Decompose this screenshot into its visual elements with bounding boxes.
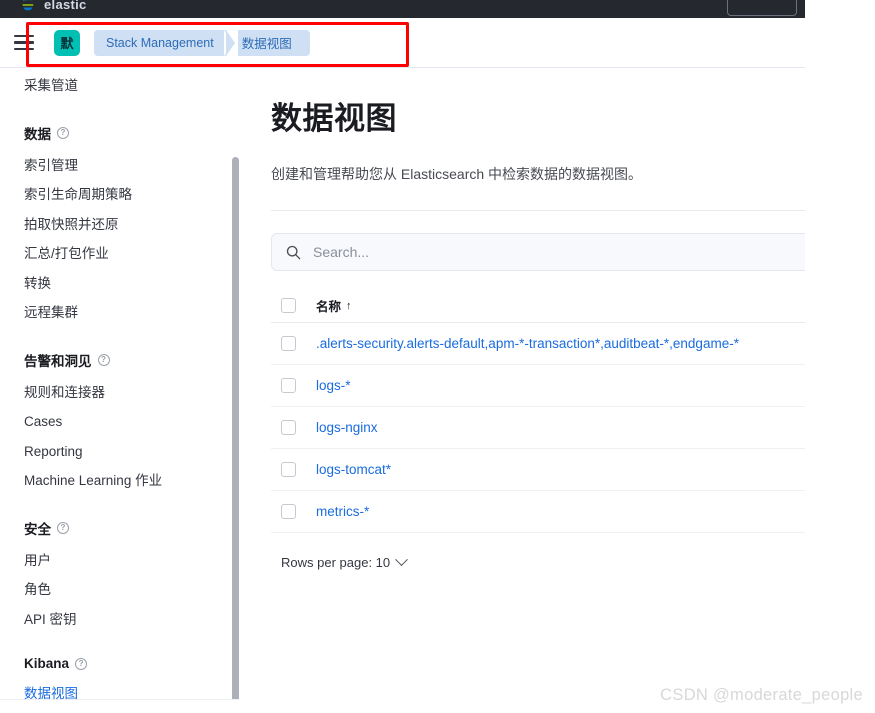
help-circle-icon[interactable]: ? — [57, 126, 69, 139]
sidebar-item-remote-clusters[interactable]: 远程集群 — [24, 298, 240, 328]
brand-area[interactable]: elastic — [20, 0, 87, 13]
sidebar-item-reporting[interactable]: Reporting — [24, 437, 240, 467]
data-view-name-link[interactable]: logs-nginx — [316, 420, 378, 435]
sidebar-item-ingest-pipelines[interactable]: 采集管道 — [24, 69, 240, 101]
column-header-name[interactable]: 名称 ↑ — [316, 296, 352, 315]
sidebar-group-label: 数据 — [24, 126, 51, 142]
sidebar-scrollbar-thumb[interactable] — [232, 157, 239, 702]
page-description: 创建和管理帮助您从 Elasticsearch 中检索数据的数据视图。 — [271, 166, 643, 182]
sidebar-group-title-security: 安全 ? — [24, 518, 240, 538]
sidebar-item-index-lifecycle-policies[interactable]: 索引生命周期策略 — [24, 180, 240, 210]
table-row[interactable]: logs-tomcat* — [271, 449, 805, 491]
hamburger-menu-icon[interactable] — [14, 31, 40, 55]
space-avatar[interactable]: 默 — [54, 29, 80, 56]
data-view-name-link[interactable]: logs-tomcat* — [316, 462, 391, 477]
sidebar-item-rollup-jobs[interactable]: 汇总/打包作业 — [24, 239, 240, 269]
sidebar-item-transforms[interactable]: 转换 — [24, 269, 240, 299]
search-field[interactable] — [271, 233, 805, 271]
row-checkbox[interactable] — [281, 378, 296, 393]
row-checkbox[interactable] — [281, 462, 296, 477]
breadcrumb: Stack Management 数据视图 — [94, 29, 310, 56]
data-view-name-link[interactable]: metrics-* — [316, 504, 369, 519]
sidebar-group-alerts-insights: 告警和洞见 ? 规则和连接器 Cases Reporting Machine L… — [24, 350, 240, 496]
data-views-table: 名称 ↑ .alerts-security.alerts-default,apm… — [271, 289, 805, 570]
sidebar-group-label: 告警和洞见 — [24, 353, 92, 369]
table-header-row: 名称 ↑ — [271, 289, 805, 323]
search-icon — [286, 245, 301, 260]
content-divider — [271, 210, 805, 211]
elastic-logo-icon — [20, 0, 36, 13]
sort-ascending-icon: ↑ — [346, 299, 352, 312]
help-circle-icon[interactable]: ? — [75, 657, 88, 670]
sidebar-group-label: Kibana — [24, 656, 70, 671]
sidebar-bottom-edge — [0, 699, 239, 713]
search-input[interactable] — [313, 244, 713, 260]
chevron-down-icon — [395, 553, 408, 567]
sidebar-group-title-data: 数据 ? — [24, 123, 240, 143]
watermark: CSDN @moderate_people — [660, 686, 863, 704]
sidebar-group-data: 数据 ? 索引管理 索引生命周期策略 拍取快照并还原 汇总/打包作业 转换 远程… — [24, 123, 240, 328]
sidebar-group-security: 安全 ? 用户 角色 API 密钥 — [24, 518, 240, 635]
rows-per-page-selector[interactable]: Rows per page: 10 — [271, 553, 408, 570]
header-breadcrumb-bar: 默 Stack Management 数据视图 — [0, 18, 805, 68]
table-row[interactable]: metrics-* — [271, 491, 805, 533]
sidebar-group-title-alerts-insights: 告警和洞见 ? — [24, 350, 240, 370]
sidebar-item-rules-and-connectors[interactable]: 规则和连接器 — [24, 378, 240, 408]
sidebar-nav: 采集管道 数据 ? 索引管理 索引生命周期策略 拍取快照并还原 汇总/打包作业 … — [0, 69, 240, 713]
row-checkbox[interactable] — [281, 504, 296, 519]
select-all-checkbox[interactable] — [281, 298, 296, 313]
sidebar-item-roles[interactable]: 角色 — [24, 575, 240, 605]
global-topbar: elastic — [0, 0, 805, 17]
page-title: 数据视图 — [271, 101, 397, 136]
data-view-name-link[interactable]: .alerts-security.alerts-default,apm-*-tr… — [316, 336, 739, 351]
help-circle-icon[interactable]: ? — [57, 521, 69, 534]
breadcrumb-item-stack-management[interactable]: Stack Management — [94, 29, 226, 56]
brand-wordmark: elastic — [44, 0, 87, 12]
row-checkbox[interactable] — [281, 336, 296, 351]
sidebar-item-users[interactable]: 用户 — [24, 546, 240, 576]
main-content: 数据视图 创建和管理帮助您从 Elasticsearch 中检索数据的数据视图。… — [240, 69, 805, 713]
sidebar-group-label: 安全 — [24, 521, 51, 537]
sidebar-item-machine-learning-jobs[interactable]: Machine Learning 作业 — [24, 466, 240, 496]
breadcrumb-separator-icon — [225, 29, 235, 56]
rows-per-page-label: Rows per page: 10 — [281, 555, 391, 570]
sidebar-item-cases[interactable]: Cases — [24, 407, 240, 437]
sidebar-item-api-keys[interactable]: API 密钥 — [24, 605, 240, 635]
breadcrumb-item-data-views[interactable]: 数据视图 — [237, 29, 310, 56]
sidebar-content: 采集管道 数据 ? 索引管理 索引生命周期策略 拍取快照并还原 汇总/打包作业 … — [0, 69, 240, 709]
column-header-label: 名称 — [316, 300, 342, 314]
app-screen: elastic 默 Stack Management 数据视图 采集管道 数据 … — [0, 0, 875, 713]
table-row[interactable]: .alerts-security.alerts-default,apm-*-tr… — [271, 323, 805, 365]
deployment-menu-button[interactable] — [727, 0, 797, 16]
row-checkbox[interactable] — [281, 420, 296, 435]
table-row[interactable]: logs-nginx — [271, 407, 805, 449]
sidebar-group-title-kibana: Kibana ? — [24, 656, 240, 671]
sidebar-scrollbar[interactable] — [231, 69, 240, 713]
sidebar-item-snapshot-and-restore[interactable]: 拍取快照并还原 — [24, 210, 240, 240]
table-row[interactable]: logs-* — [271, 365, 805, 407]
sidebar-item-index-management[interactable]: 索引管理 — [24, 151, 240, 181]
data-view-name-link[interactable]: logs-* — [316, 378, 351, 393]
help-circle-icon[interactable]: ? — [97, 353, 110, 366]
